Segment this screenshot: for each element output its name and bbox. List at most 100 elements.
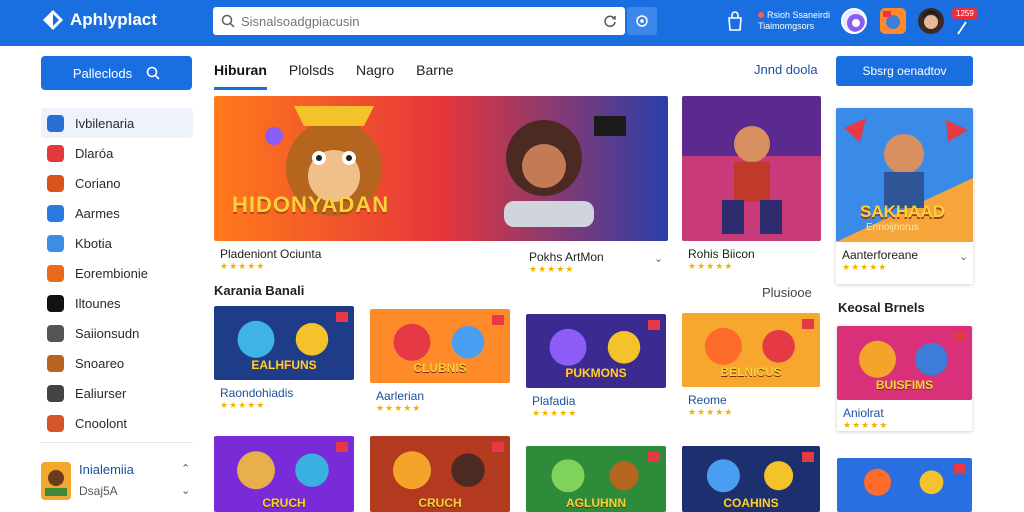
game-thumb-icon — [880, 8, 906, 34]
sidebar-item-label: Coriano — [75, 175, 121, 191]
globe-icon — [47, 234, 64, 252]
game-card-title: Plafadia — [532, 394, 576, 408]
sidebar-item[interactable]: Aarmes — [41, 198, 193, 228]
rating-stars: ★★★★★ — [688, 407, 734, 417]
featured-card-3-title: SAKHAAD — [860, 202, 945, 221]
sidebar-featured-item[interactable]: Inialemiia ⌃ Dsaj5A ⌄ — [41, 460, 193, 502]
gift-icon — [47, 264, 64, 282]
chevron-down-icon[interactable]: ⌄ — [959, 250, 968, 263]
cta-button[interactable]: Sbsrg oenadtov — [836, 56, 973, 86]
chevron-up-icon[interactable]: ⌃ — [181, 462, 190, 475]
chat-icon — [47, 204, 64, 222]
search-icon — [221, 14, 235, 28]
featured-card-2[interactable]: Rohis Biicon ★★★★★ — [682, 96, 821, 272]
logo-icon — [43, 10, 63, 30]
rating-stars: ★★★★★ — [529, 264, 575, 274]
share-icon[interactable] — [956, 20, 968, 36]
game-card-art: AGLUHNN — [526, 446, 666, 512]
sidebar-item-label: Snoareo — [75, 355, 125, 371]
rating-stars: ★★★★★ — [688, 261, 734, 271]
game-card[interactable]: CRUCH — [214, 436, 354, 512]
notification-line-2: Tiaimomgsors — [758, 21, 815, 31]
primary-nav-button[interactable]: Palleclods — [41, 56, 192, 90]
tab[interactable]: Plolsds — [289, 58, 334, 90]
rating-stars: ★★★★★ — [376, 403, 422, 413]
sidebar-item[interactable]: Kbotia — [41, 228, 193, 258]
featured-title: Inialemiia — [79, 462, 134, 477]
game-card-art-title: AGLUHNN — [566, 496, 626, 510]
game-card-art: EALHFUNS — [214, 306, 354, 380]
tab[interactable]: Nagro — [356, 58, 394, 90]
game-card-title: Aniolrat — [843, 406, 884, 420]
game-card-art-title: EALHFUNS — [251, 358, 317, 372]
game-card[interactable]: CLUBNIS Aarlerian ★★★★★ — [370, 309, 510, 414]
featured-banner-art — [214, 96, 668, 241]
sidebar-item-label: Dlaróa — [75, 145, 114, 161]
sidebar-item[interactable]: Ealiurser — [41, 378, 193, 408]
search-bar[interactable] — [213, 7, 625, 35]
featured-card-3-subtitle: Ennoijnorus — [866, 222, 919, 233]
game-card-art-title: CRUCH — [262, 496, 306, 510]
game-card[interactable]: BELNICUS Reome ★★★★★ — [682, 313, 820, 418]
sidebar-item-label: Ivbilenaria — [75, 115, 135, 131]
featured-card-3[interactable]: Aanterforeane ★★★★★ — [836, 108, 973, 284]
sidebar-nav: Ivbilenaria Dlaróa Coriano Aarmes Kbotia Eore… — [41, 108, 193, 438]
game-card[interactable]: AGLUHNN — [526, 446, 666, 512]
sidebar-item[interactable]: Snoareo — [41, 348, 193, 378]
sidebar-item[interactable]: Eorembionie — [41, 258, 193, 288]
game-card-art — [837, 458, 972, 512]
game-card[interactable] — [837, 458, 972, 512]
featured-secondary-caption[interactable]: Pokhs ArtMon ★★★★★ — [523, 244, 668, 275]
sidebar-item[interactable]: Coriano — [41, 168, 193, 198]
featured-caption: Pokhs ArtMon — [529, 250, 604, 264]
featured-subtitle: Dsaj5A — [79, 484, 118, 498]
game-card-art-title: BUISFIMS — [875, 378, 934, 392]
sidebar-item[interactable]: Dlaróa — [41, 138, 193, 168]
app-logo[interactable]: Aphlyplact — [42, 9, 157, 31]
sidebar-item[interactable]: Cnoolont — [41, 408, 193, 438]
alert-dot-icon — [758, 12, 764, 18]
search-input[interactable] — [241, 13, 603, 29]
rating-stars: ★★★★★ — [842, 262, 888, 272]
bag-icon[interactable] — [726, 11, 744, 31]
chevron-down-icon[interactable]: ⌄ — [181, 484, 190, 497]
sidebar-item-label: Iltounes — [75, 295, 121, 311]
game-card[interactable]: EALHFUNS Raondohiadis ★★★★★ — [214, 306, 354, 411]
sidebar-item-label: Kbotia — [75, 235, 112, 251]
game-card-art: COAHINS — [682, 446, 820, 512]
game-card[interactable]: BUISFIMS Aniolrat ★★★★★ — [837, 326, 972, 431]
notification-panel[interactable]: Rsioh Ssaneirdi Tiaimomgsors — [758, 10, 830, 32]
game-card[interactable]: PUKMONS Plafadia ★★★★★ — [526, 314, 666, 419]
avatar-1[interactable] — [841, 8, 867, 34]
tab[interactable]: Hiburan — [214, 58, 267, 90]
game-card[interactable]: COAHINS — [682, 446, 820, 512]
game-card-art-title: CLUBNIS — [413, 361, 467, 375]
chevron-down-icon[interactable]: ⌄ — [654, 252, 663, 265]
rating-stars: ★★★★★ — [843, 420, 889, 430]
circle-b-icon — [47, 294, 64, 312]
refresh-icon[interactable] — [603, 14, 617, 28]
count-badge: 1259 — [952, 8, 978, 19]
section-see-more-link[interactable]: Plusiooe — [762, 285, 812, 300]
game-card[interactable]: CRUCH — [370, 436, 510, 512]
tab[interactable]: Barne — [416, 58, 453, 90]
user-icon — [47, 414, 64, 432]
document-icon — [47, 384, 64, 402]
game-card-art-title: CRUCH — [418, 496, 462, 510]
home-icon — [47, 114, 64, 132]
voice-search-button[interactable] — [627, 7, 657, 35]
game-card-art: CLUBNIS — [370, 309, 510, 383]
avatar-2[interactable] — [880, 8, 906, 34]
game-card-art: BELNICUS — [682, 313, 820, 387]
sidebar-item[interactable]: Iltounes — [41, 288, 193, 318]
sidebar-item[interactable]: Ivbilenaria — [41, 108, 193, 138]
tab-more-link[interactable]: Jnnd doola — [754, 62, 818, 77]
character-icon — [47, 354, 64, 372]
avatar-3[interactable] — [918, 8, 944, 34]
primary-nav-label: Palleclods — [72, 65, 133, 81]
game-card-title: Raondohiadis — [220, 386, 294, 400]
sidebar-item[interactable]: Saiionsudn — [41, 318, 193, 348]
profile-icon — [918, 8, 944, 34]
rating-stars: ★★★★★ — [532, 408, 578, 418]
sidebar-item-label: Ealiurser — [75, 385, 127, 401]
